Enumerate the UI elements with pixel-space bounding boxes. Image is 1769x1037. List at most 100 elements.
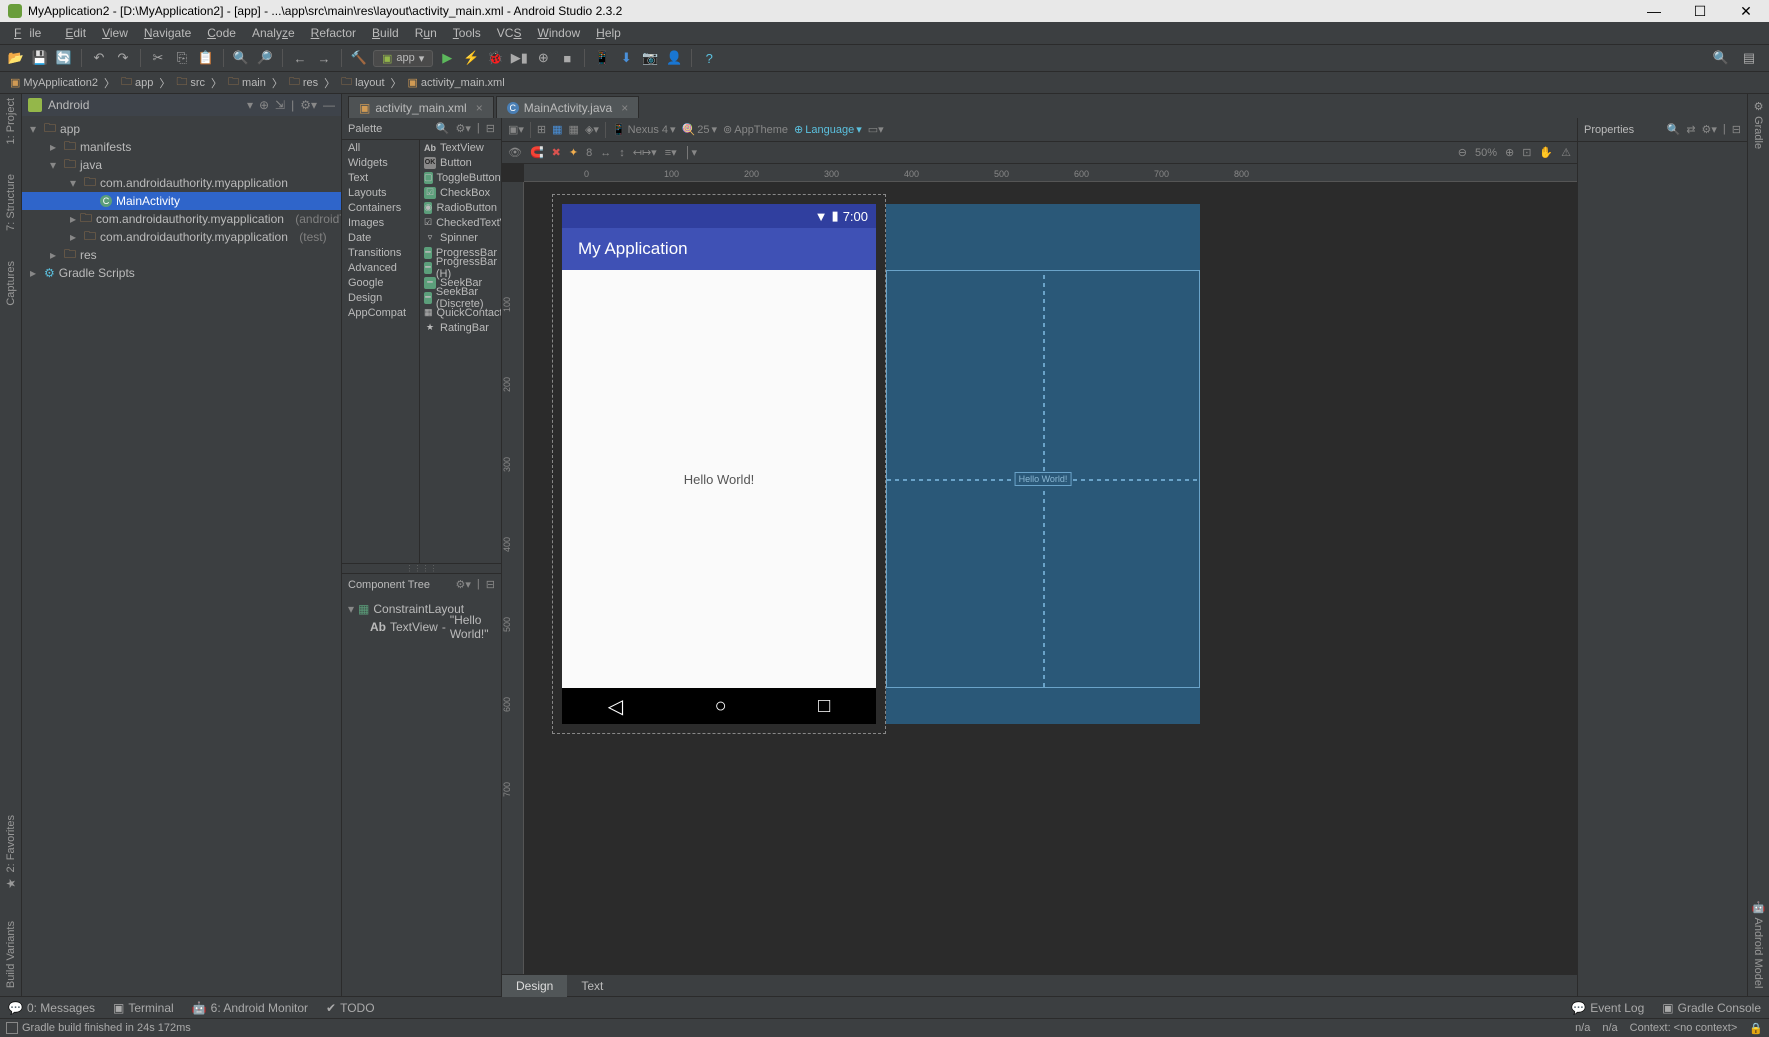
menu-code[interactable]: Code — [199, 26, 244, 40]
rail-android-model[interactable]: 🤖 Android Model — [1752, 901, 1765, 988]
gear-icon[interactable]: ⚙▾ — [456, 122, 471, 135]
open-icon[interactable]: 📂 — [6, 48, 26, 68]
palette-cat[interactable]: Widgets — [342, 155, 419, 170]
variant-icon[interactable]: ▭▾ — [868, 123, 884, 136]
rail-project[interactable]: 1: Project — [5, 98, 17, 144]
profile-icon[interactable]: ▶▮ — [509, 48, 529, 68]
design-canvas[interactable]: 0 100 200 300 400 500 600 700 800 100 20… — [502, 164, 1577, 974]
ct-textview[interactable]: AbTextView - "Hello World!" — [348, 618, 495, 636]
gear-icon[interactable]: ⚙▾ — [300, 98, 317, 112]
terminal-tool[interactable]: ▣Terminal — [113, 1001, 174, 1015]
palette-cat[interactable]: Google — [342, 275, 419, 290]
breadcrumb-item[interactable]: ▣activity_main.xml — [404, 76, 509, 89]
status-lock-icon[interactable]: 🔒 — [1749, 1022, 1763, 1035]
palette-widget[interactable]: ★RatingBar — [420, 320, 501, 335]
breadcrumb-item[interactable]: 🗀main — [224, 73, 270, 92]
palette-cat[interactable]: Date — [342, 230, 419, 245]
undo-icon[interactable]: ↶ — [89, 48, 109, 68]
rail-structure[interactable]: 7: Structure — [5, 174, 17, 231]
palette-cat[interactable]: Text — [342, 170, 419, 185]
gear-icon[interactable]: ⚙▾ — [456, 578, 471, 591]
avd-icon[interactable]: 📱 — [592, 48, 612, 68]
layout-type-icon[interactable]: ⊞ — [537, 123, 546, 136]
menu-file[interactable]: File — [6, 26, 57, 40]
palette-widget[interactable]: ◉RadioButton — [420, 200, 501, 215]
palette-cat[interactable]: Advanced — [342, 260, 419, 275]
make-icon[interactable]: 🔨 — [349, 48, 369, 68]
run-config-dropdown[interactable]: ▣ app ▾ — [373, 50, 433, 67]
collapse-icon[interactable]: ⊟ — [1732, 123, 1741, 136]
collapse-icon[interactable]: ⊟ — [486, 122, 495, 135]
rail-favorites[interactable]: ★2: Favorites — [4, 815, 18, 890]
search-everywhere-icon[interactable]: 🔍 — [1711, 48, 1731, 68]
palette-widget[interactable]: ☑CheckedTextView — [420, 215, 501, 230]
event-log-tool[interactable]: 💬Event Log — [1571, 1001, 1644, 1015]
search-icon[interactable]: 🔍 — [1667, 123, 1681, 136]
status-box-icon[interactable] — [6, 1022, 18, 1034]
theme-dropdown[interactable]: ⊚AppTheme — [723, 123, 788, 136]
palette-cat[interactable]: Layouts — [342, 185, 419, 200]
guideline-icon[interactable]: │▾ — [685, 146, 697, 159]
menu-navigate[interactable]: Navigate — [136, 26, 199, 40]
messages-tool[interactable]: 💬0: Messages — [8, 1001, 95, 1015]
breadcrumb-item[interactable]: 🗀app — [117, 73, 157, 92]
eye-icon[interactable]: 👁 — [508, 146, 522, 159]
hide-icon[interactable]: — — [323, 98, 335, 112]
pack-icon[interactable]: ↤↦▾ — [633, 146, 657, 159]
palette-cat[interactable]: AppCompat — [342, 305, 419, 320]
replace-icon[interactable]: 🔎 — [255, 48, 275, 68]
rail-gradle[interactable]: ⚙ Gradle — [1752, 100, 1765, 149]
fit-icon[interactable]: ⊡ — [1522, 146, 1531, 159]
project-panel-header[interactable]: Android ▾ ⊕ ⇲ | ⚙▾ — — [22, 94, 341, 116]
gradle-console-tool[interactable]: ▣Gradle Console — [1662, 1001, 1761, 1015]
margin-value[interactable]: 8 — [586, 147, 592, 159]
menu-tools[interactable]: Tools — [445, 26, 489, 40]
tab-activity-main[interactable]: ▣ activity_main.xml × — [348, 96, 494, 118]
android-monitor-tool[interactable]: 🤖6: Android Monitor — [192, 1001, 308, 1015]
menu-help[interactable]: Help — [588, 26, 629, 40]
tree-node-pkg2[interactable]: ▸🗀com.androidauthority.myapplication (an… — [22, 210, 341, 228]
breadcrumb-item[interactable]: 🗀src — [172, 73, 209, 92]
menu-analyze[interactable]: Analyze — [244, 26, 303, 40]
magnet-icon[interactable]: 🧲 — [530, 146, 544, 159]
tree-node-pkg3[interactable]: ▸🗀com.androidauthority.myapplication (te… — [22, 228, 341, 246]
palette-widget[interactable]: ▿Spinner — [420, 230, 501, 245]
help-icon[interactable]: ? — [699, 48, 719, 68]
palette-widget[interactable]: ━ProgressBar (H) — [420, 260, 501, 275]
language-dropdown[interactable]: ⊕Language▾ — [794, 123, 862, 136]
align-icon[interactable]: ≡▾ — [665, 146, 677, 159]
apply-changes-icon[interactable]: ⚡ — [461, 48, 481, 68]
tree-node-mainactivity[interactable]: CMainActivity — [22, 192, 341, 210]
redo-icon[interactable]: ↷ — [113, 48, 133, 68]
tree-node-pkg1[interactable]: ▾🗀com.androidauthority.myapplication — [22, 174, 341, 192]
tree-node-res[interactable]: ▸🗀res — [22, 246, 341, 264]
device-dropdown[interactable]: 📱Nexus 4▾ — [612, 123, 676, 136]
zoom-out-icon[interactable]: ⊖ — [1458, 146, 1467, 159]
breadcrumb-item[interactable]: 🗀layout — [337, 73, 388, 92]
palette-widget[interactable]: AbTextView — [420, 140, 501, 155]
account-icon[interactable]: ▤ — [1739, 48, 1759, 68]
infer-icon[interactable]: ✦ — [569, 146, 578, 159]
orientation-icon[interactable]: ◈▾ — [585, 123, 599, 136]
design-surface-icon[interactable]: ▣▾ — [508, 123, 524, 136]
pan-icon[interactable]: ✋ — [1539, 146, 1553, 159]
palette-cat[interactable]: Containers — [342, 200, 419, 215]
todo-tool[interactable]: ✔TODO — [326, 1001, 375, 1015]
expand-v-icon[interactable]: ↕ — [619, 147, 625, 159]
palette-widget[interactable]: ▢ToggleButton — [420, 170, 501, 185]
warnings-icon[interactable]: ⚠ — [1561, 146, 1571, 159]
tree-node-manifests[interactable]: ▸🗀manifests — [22, 138, 341, 156]
breadcrumb-item[interactable]: 🗀res — [285, 73, 322, 92]
locate-icon[interactable]: ⊕ — [259, 98, 269, 112]
close-tab-icon[interactable]: × — [621, 101, 628, 115]
tree-node-gradle[interactable]: ▸⚙Gradle Scripts — [22, 264, 341, 282]
blueprint-textview[interactable]: Hello World! — [1015, 472, 1072, 486]
menu-vcs[interactable]: VCS — [489, 26, 530, 40]
layout-inspector-icon[interactable]: 👤 — [664, 48, 684, 68]
run-icon[interactable]: ▶ — [437, 48, 457, 68]
design-tab[interactable]: Design — [502, 975, 567, 997]
palette-cat[interactable]: Design — [342, 290, 419, 305]
palette-cat[interactable]: Transitions — [342, 245, 419, 260]
close-button[interactable]: ✕ — [1723, 0, 1769, 22]
menu-window[interactable]: Window — [529, 26, 588, 40]
